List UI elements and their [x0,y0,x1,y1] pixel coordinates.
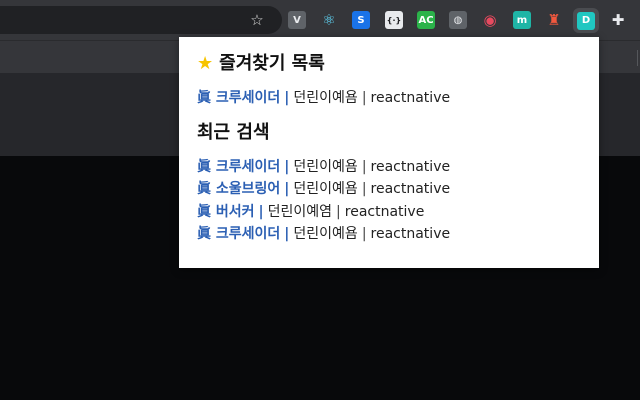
color-wheel-icon-glyph: ◉ [483,11,497,29]
adventure-name: 던린이예욤 [293,226,358,242]
extension-popup: ★ 즐겨찾기 목록 眞 크루세이더 | 던린이예욤 | reactnative 최근 검… [179,37,599,268]
vuetify-icon[interactable]: V [288,11,306,29]
recent-item[interactable]: 眞 버서커 | 던린이예염 | reactnative [197,201,581,224]
character-name[interactable]: 眞 크루세이더 [197,90,280,106]
favorites-title: 즐겨찾기 목록 [219,53,325,74]
recent-item[interactable]: 眞 소울브링어 | 던린이예욤 | reactnative [197,178,581,201]
star-icon: ★ [197,53,214,74]
dunrini-extension-icon-glyph: D [577,11,595,30]
character-name[interactable]: 眞 버서커 [197,204,255,220]
lightbulb-icon[interactable]: ◍ [449,11,467,29]
dictionary-icon-glyph: {·} [385,11,403,29]
separator: | [258,203,264,220]
recent-heading: 최근 검색 [197,120,581,146]
color-wheel-icon[interactable]: ◉ [481,11,499,29]
dictionary-icon[interactable]: {·} [385,11,403,29]
separator: | [284,90,290,106]
react-devtools-icon-glyph: ⚛ [322,11,336,29]
guild-name: reactnative [370,226,451,242]
s-extension-icon[interactable]: S [352,11,370,29]
recent-list: 眞 크루세이더 | 던린이예욤 | reactnative 眞 소울브링어 | 던린이예욤 | r… [197,156,581,246]
vuetify-icon-glyph: V [288,11,306,29]
ac-icon-glyph: AC [417,11,435,29]
separator: | [361,226,367,242]
adventure-name: 던린이예욤 [293,181,358,197]
favorite-item[interactable]: 眞 크루세이더 | 던린이예욤 | reactnative [197,87,581,110]
s-extension-icon-glyph: S [352,11,370,29]
character-name[interactable]: 眞 크루세이더 [197,226,280,242]
react-devtools-icon[interactable]: ⚛ [320,11,338,29]
separator: | [284,226,290,242]
favorites-heading: ★ 즐겨찾기 목록 [197,51,581,77]
lighthouse-icon-glyph: ♜ [547,11,561,29]
bookmark-star-icon[interactable]: ☆ [248,11,266,29]
adventure-name: 던린이예욤 [293,158,358,175]
guild-name: reactnative [370,158,451,175]
m-extension-icon-glyph: m [513,11,531,29]
m-extension-icon[interactable]: m [513,11,531,29]
character-name[interactable]: 眞 크루세이더 [197,159,280,175]
adventure-name: 던린이예염 [267,203,333,220]
favorites-list: 眞 크루세이더 | 던린이예욤 | reactnative [197,87,581,110]
bookmarks-divider [637,50,638,66]
recent-item[interactable]: 眞 크루세이더 | 던린이예욤 | reactnative [197,156,581,179]
separator: | [336,203,341,220]
separator: | [361,90,367,106]
separator: | [284,181,290,197]
adventure-name: 던린이예욤 [293,90,358,106]
guild-name: reactnative [344,203,425,220]
separator: | [361,158,367,175]
address-bar[interactable] [0,6,282,34]
recent-title: 최근 검색 [197,121,270,143]
ac-icon[interactable]: AC [417,11,435,29]
puzzle-extensions-icon-glyph: ✚ [611,11,625,29]
puzzle-extensions-icon[interactable]: ✚ [609,11,627,29]
separator: | [284,158,290,175]
separator: | [361,181,367,197]
guild-name: reactnative [370,181,451,197]
browser-toolbar: ☆ V ⚛ S {·} AC ◍ ◉ m ♜ D ✚ [0,0,640,40]
lightbulb-icon-glyph: ◍ [449,11,467,29]
lighthouse-icon[interactable]: ♜ [545,11,563,29]
recent-item[interactable]: 眞 크루세이더 | 던린이예욤 | reactnative [197,223,581,246]
guild-name: reactnative [370,90,451,106]
dunrini-extension-icon[interactable]: D [573,8,599,33]
character-name[interactable]: 眞 소울브링어 [197,181,280,197]
